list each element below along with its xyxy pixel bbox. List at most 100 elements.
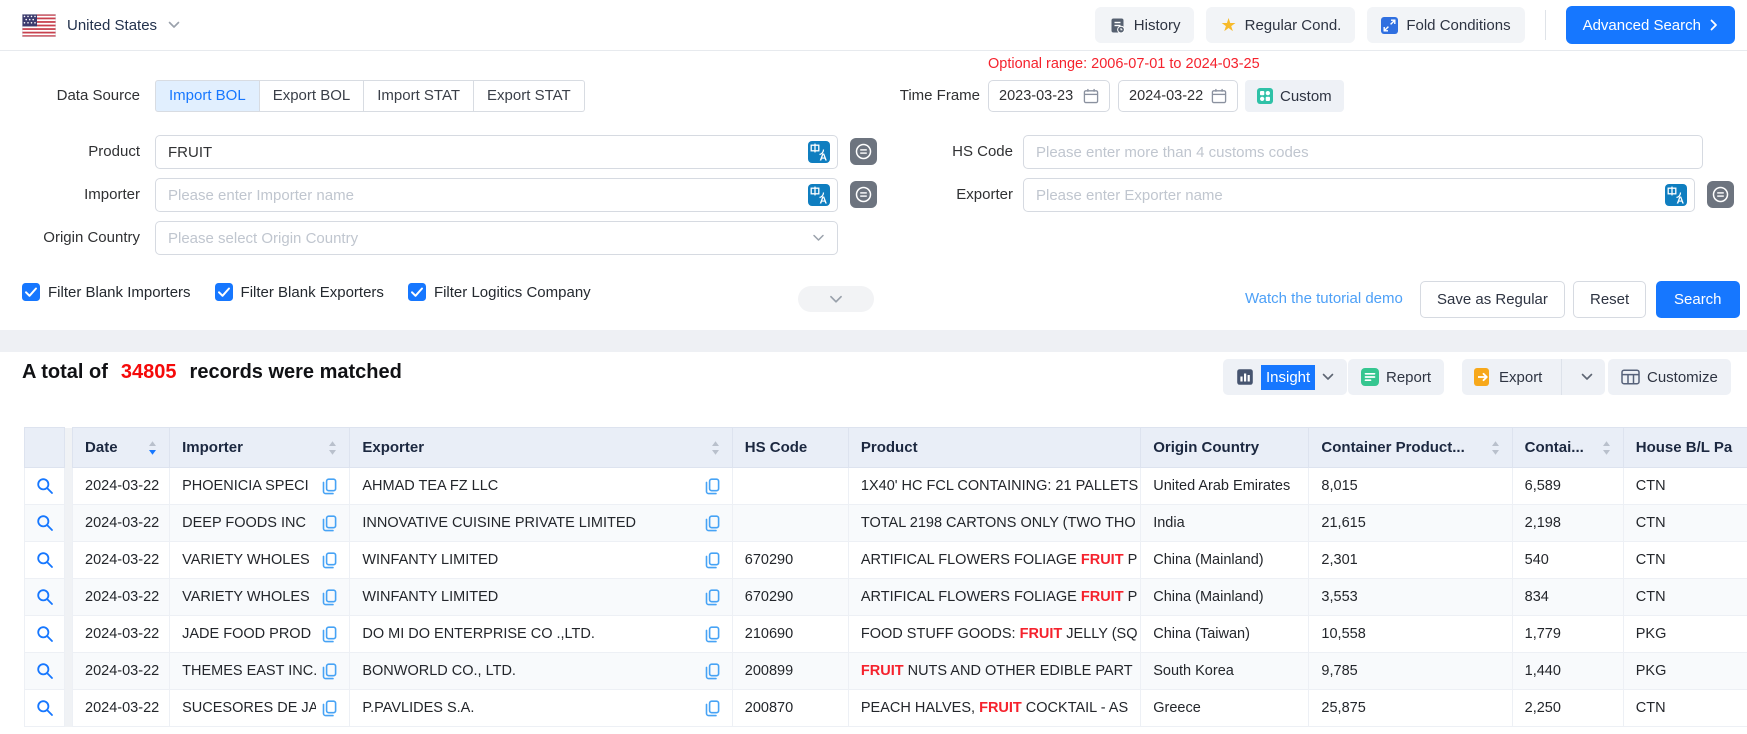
cell-product: FRUIT NUTS AND OTHER EDIBLE PART [848,653,1140,690]
copy-icon[interactable] [322,515,337,532]
chevron-down-icon [829,295,843,304]
report-button[interactable]: Report [1348,359,1444,395]
fold-conditions-button[interactable]: Fold Conditions [1367,7,1524,43]
tutorial-demo-link[interactable]: Watch the tutorial demo [1245,290,1403,307]
copy-icon[interactable] [705,700,720,717]
product-text: P [1124,589,1138,605]
hs-code-label: HS Code [873,135,1013,169]
export-button[interactable]: Export [1462,359,1554,395]
checkbox-filter-blank-exporters[interactable]: Filter Blank Exporters [215,283,384,301]
row-search-icon[interactable] [36,699,54,717]
copy-icon[interactable] [322,552,337,569]
copy-icon[interactable] [322,663,337,680]
importer-name: PHOENICIA SPECI [182,478,309,494]
header-cell-exporter[interactable]: Exporter [350,428,732,468]
table-row: 2024-03-22VARIETY WHOLESWINFANTY LIMITED… [25,579,1747,616]
header-cell-contai[interactable]: Contai... [1512,428,1623,468]
sort-arrows-icon[interactable] [1491,440,1500,456]
sort-arrows-icon[interactable] [711,440,720,456]
translate-icon[interactable]: A [808,184,830,206]
copy-icon[interactable] [322,589,337,606]
cell-container-product: 8,015 [1309,468,1512,505]
table-row: 2024-03-22SUCESORES DE JAP.PAVLIDES S.A.… [25,690,1747,727]
cell-importer: PHOENICIA SPECI [170,468,350,505]
cell-date: 2024-03-22 [73,579,170,616]
importer-input[interactable] [155,178,838,212]
hs-code-input[interactable] [1023,135,1703,169]
checkbox-filter-logitics-company[interactable]: Filter Logitics Company [408,283,591,301]
history-button[interactable]: History [1095,7,1195,43]
row-search-icon[interactable] [36,588,54,606]
end-date-input[interactable]: 2024-03-22 [1118,80,1238,112]
custom-range-button[interactable]: Custom [1245,80,1344,112]
country-selector[interactable]: United States [22,14,180,37]
collapse-form-button[interactable] [798,286,874,312]
product-input[interactable] [155,135,838,169]
copy-icon[interactable] [705,626,720,643]
checkbox-filter-blank-importers[interactable]: Filter Blank Importers [22,283,191,301]
match-mode-icon[interactable] [1707,181,1734,213]
search-button[interactable]: Search [1656,281,1740,318]
row-search-icon[interactable] [36,514,54,532]
exporter-name: BONWORLD CO., LTD. [362,663,516,679]
cell-house-bl: CTN [1623,579,1747,616]
end-date-value: 2024-03-22 [1129,88,1203,104]
customize-button[interactable]: Customize [1608,359,1731,395]
cell-product: PEACH HALVES, FRUIT COCKTAIL - AS [848,690,1140,727]
row-search-icon[interactable] [36,551,54,569]
copy-icon[interactable] [705,515,720,532]
copy-icon[interactable] [705,552,720,569]
regular-cond-button[interactable]: ★ Regular Cond. [1206,7,1355,43]
copy-icon[interactable] [705,663,720,680]
cell-origin-country: India [1141,505,1309,542]
advanced-search-button[interactable]: Advanced Search [1566,6,1735,44]
sort-arrows-icon[interactable] [148,440,157,456]
calendar-icon [1211,88,1227,104]
exporter-label: Exporter [873,178,1013,212]
origin-country-placeholder: Please select Origin Country [168,230,358,247]
tab-export-bol[interactable]: Export BOL [260,80,365,112]
header-cell-container-product[interactable]: Container Product... [1309,428,1512,468]
sort-arrows-icon[interactable] [1602,440,1611,456]
insight-button[interactable]: Insight [1223,359,1347,395]
header-cell-importer[interactable]: Importer [170,428,350,468]
cell-actions [25,468,65,505]
cell-exporter: BONWORLD CO., LTD. [350,653,732,690]
reset-button[interactable]: Reset [1573,281,1646,318]
save-as-regular-button[interactable]: Save as Regular [1420,281,1565,318]
header-label: Importer [182,439,243,456]
header-label: Contai... [1525,439,1584,456]
cell-actions [25,653,65,690]
origin-country-select[interactable]: Please select Origin Country [155,221,838,255]
cell-container-product: 3,553 [1309,579,1512,616]
table-row: 2024-03-22DEEP FOODS INCINNOVATIVE CUISI… [25,505,1747,542]
insight-chart-icon [1236,368,1254,386]
product-text: JELLY (SQ [1062,626,1137,642]
copy-icon[interactable] [705,478,720,495]
translate-icon[interactable]: A [808,141,830,163]
results-section: A total of 34805 records were matched In… [0,352,1747,734]
tab-import-stat[interactable]: Import STAT [364,80,474,112]
translate-icon[interactable]: A [1665,184,1687,206]
product-text: COCKTAIL - AS [1022,700,1128,716]
cell-house-bl: PKG [1623,616,1747,653]
cell-hs-code: 200870 [732,690,848,727]
row-search-icon[interactable] [36,477,54,495]
header-cell-date[interactable]: Date [73,428,170,468]
row-search-icon[interactable] [36,625,54,643]
tab-export-stat[interactable]: Export STAT [474,80,585,112]
copy-icon[interactable] [322,478,337,495]
tab-import-bol[interactable]: Import BOL [155,80,260,112]
sort-arrows-icon[interactable] [328,440,337,456]
copy-icon[interactable] [322,626,337,643]
export-dropdown-button[interactable] [1569,359,1605,395]
divider [1545,10,1546,40]
copy-icon[interactable] [322,700,337,717]
exporter-input[interactable] [1023,178,1695,212]
row-search-icon[interactable] [36,662,54,680]
fold-arrows-icon [1381,17,1398,34]
start-date-input[interactable]: 2023-03-23 [988,80,1110,112]
cell-exporter: AHMAD TEA FZ LLC [350,468,732,505]
section-divider [0,330,1747,352]
copy-icon[interactable] [705,589,720,606]
